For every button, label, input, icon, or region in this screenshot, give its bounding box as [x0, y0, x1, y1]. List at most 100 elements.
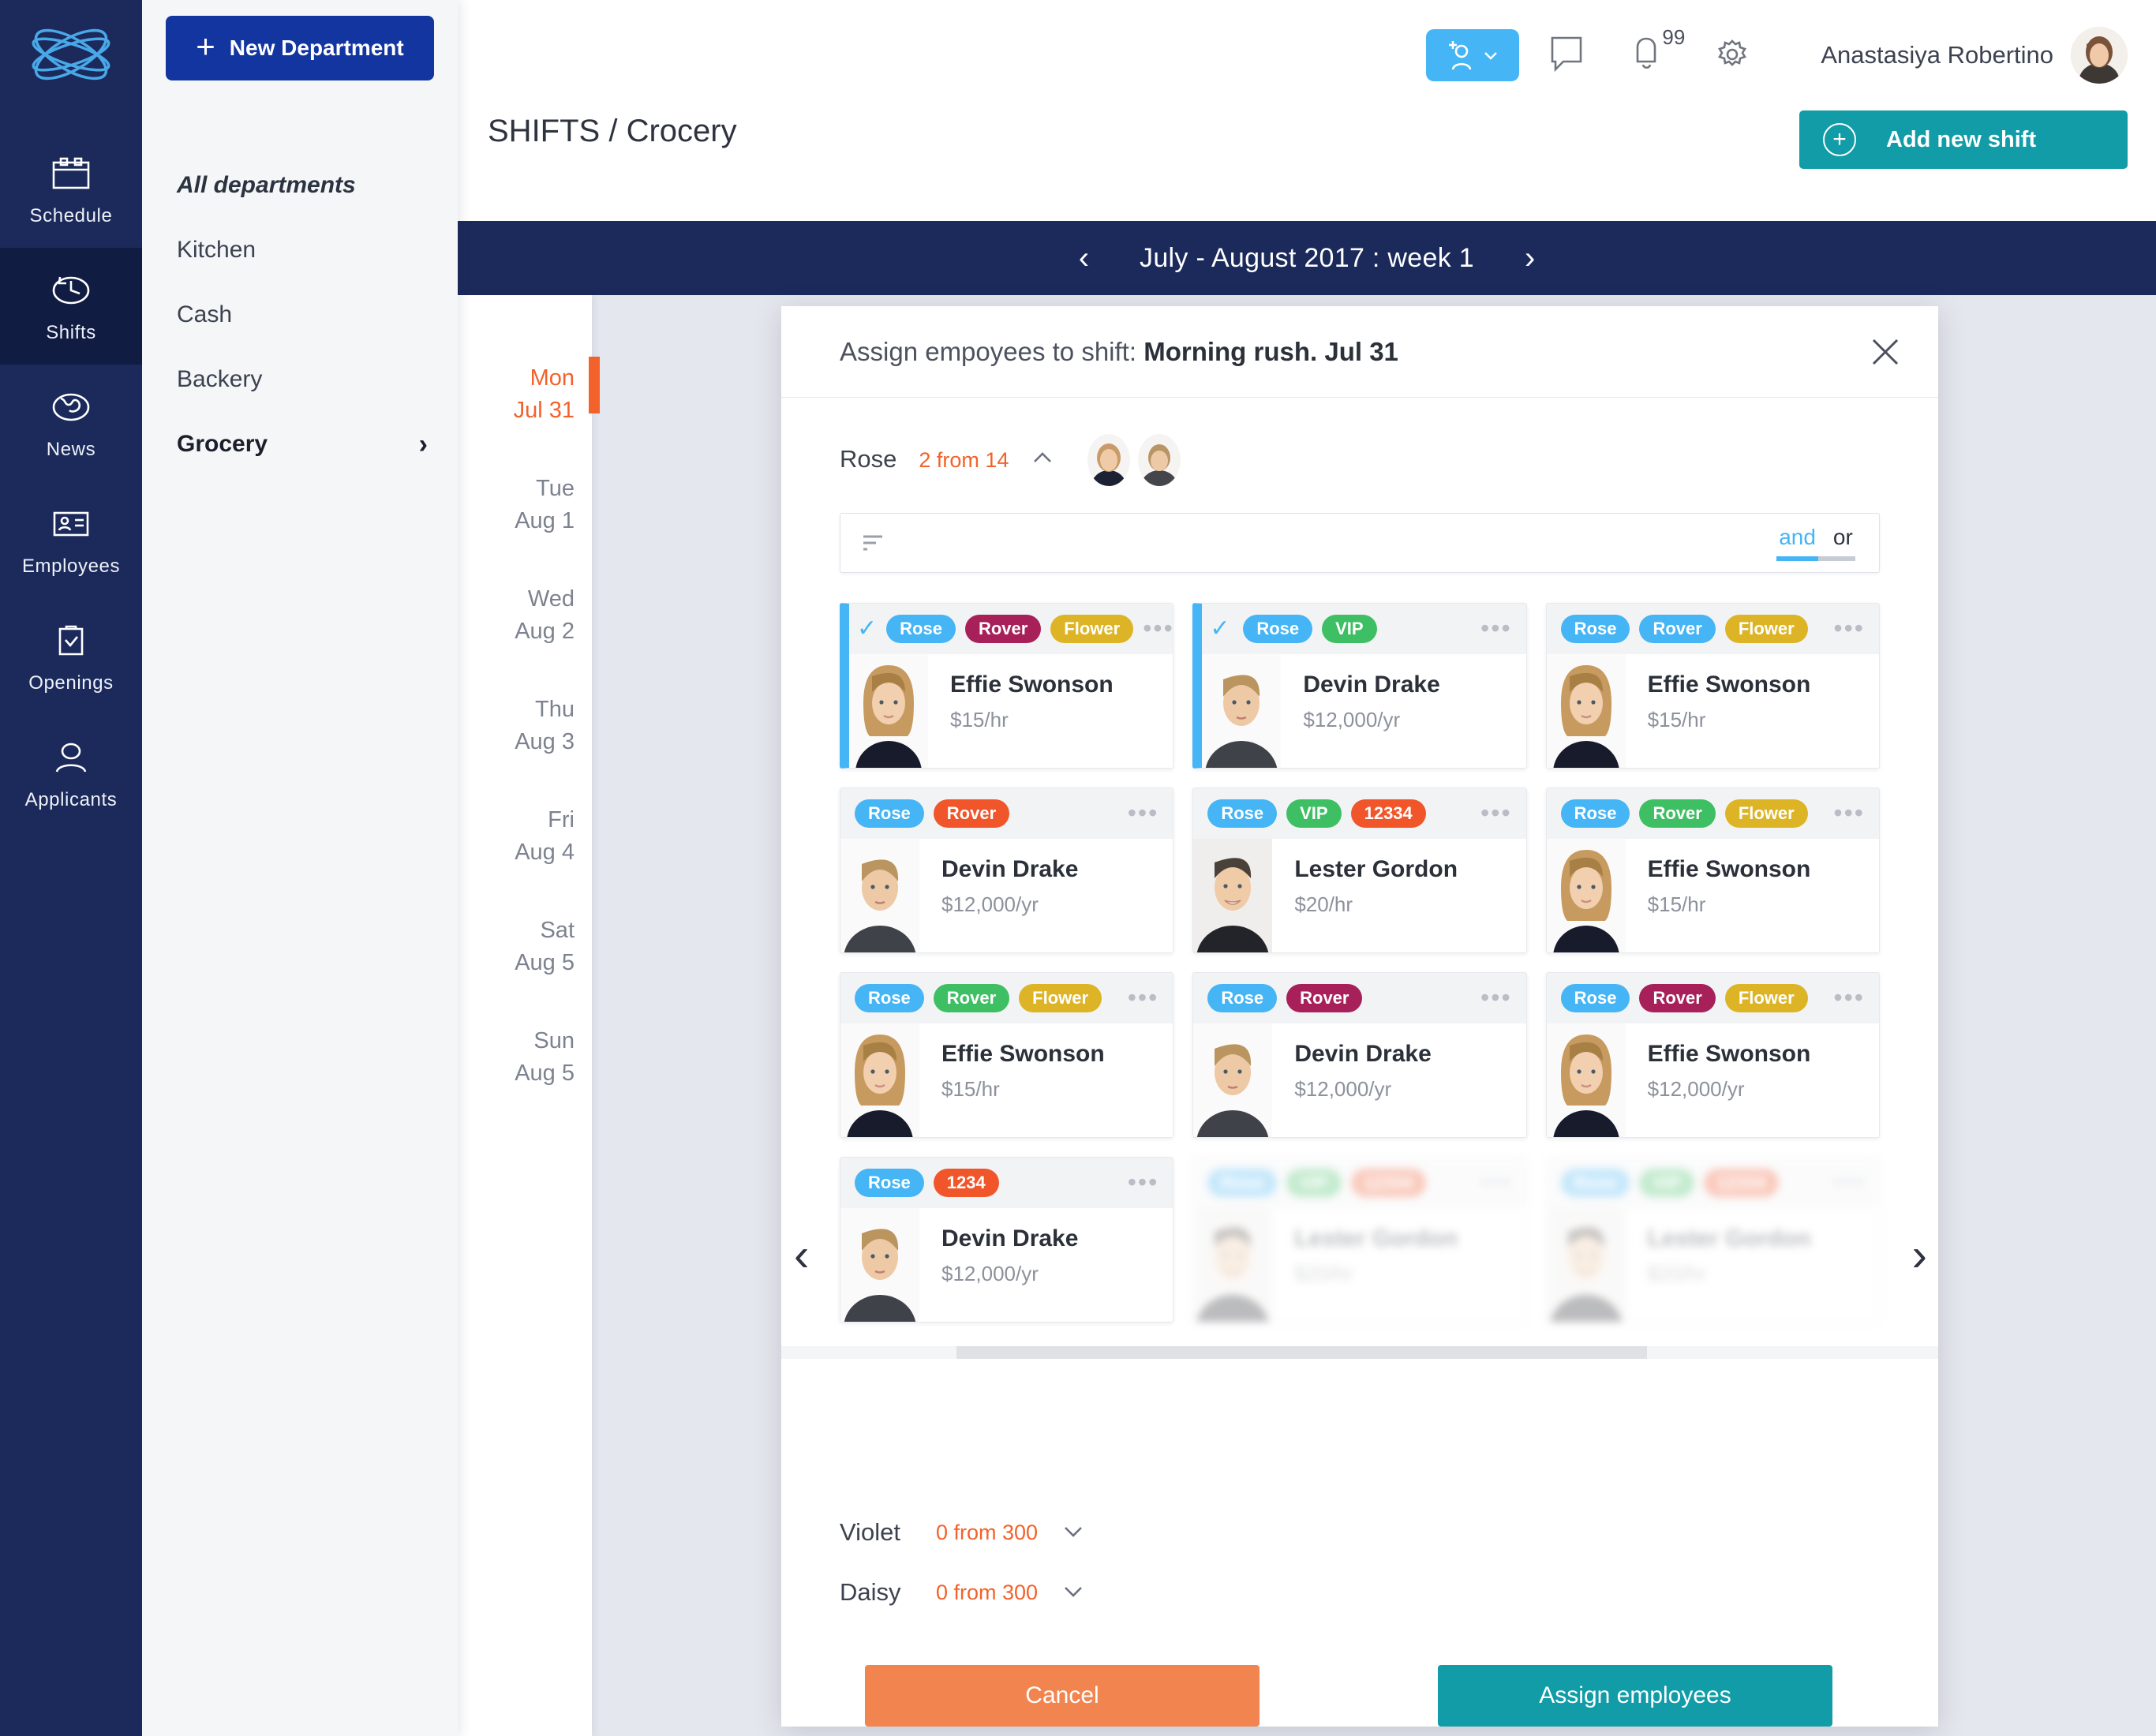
- employee-tag[interactable]: Flower: [1019, 984, 1102, 1012]
- more-dots-icon[interactable]: •••: [1833, 800, 1865, 825]
- employee-tag[interactable]: Rover: [933, 799, 1010, 828]
- employee-tag[interactable]: Rose: [1243, 615, 1313, 643]
- employee-card[interactable]: Rose Rover ••• Devin Drake $12,000/yr: [840, 788, 1174, 953]
- department-item-grocery[interactable]: Grocery ›: [142, 412, 458, 477]
- close-icon[interactable]: [1864, 331, 1907, 373]
- assign-employees-button[interactable]: Assign employees: [1438, 1665, 1832, 1727]
- employee-card[interactable]: Rose VIP 12334 ••• Lester Gordon $20/hr: [1192, 1157, 1527, 1323]
- more-dots-icon[interactable]: •••: [1480, 1169, 1512, 1195]
- employee-card[interactable]: ✓ Rose VIP ••• Devin Drake $12,000/yr: [1192, 603, 1527, 769]
- prev-week-button[interactable]: ‹: [1079, 242, 1089, 274]
- and-or-thumb[interactable]: [1776, 556, 1818, 561]
- department-item-kitchen[interactable]: Kitchen: [142, 218, 458, 282]
- more-dots-icon[interactable]: •••: [1128, 800, 1159, 825]
- group-count[interactable]: 0 from 300: [936, 1521, 1038, 1545]
- employee-card[interactable]: Rose Rover Flower ••• Effie Swonson $12,000/y…: [1545, 972, 1880, 1138]
- employee-tag[interactable]: Rose: [1560, 1169, 1630, 1197]
- day-row-thu[interactable]: Thu Aug 3: [458, 671, 592, 781]
- more-dots-icon[interactable]: •••: [1128, 1169, 1159, 1195]
- day-row-sun[interactable]: Sun Aug 5: [458, 1002, 592, 1113]
- employee-tag[interactable]: Rover: [964, 615, 1042, 643]
- next-week-button[interactable]: ›: [1525, 242, 1535, 274]
- more-dots-icon[interactable]: •••: [1480, 615, 1512, 641]
- sidebar-item-applicants[interactable]: Applicants: [0, 715, 142, 832]
- avatar[interactable]: Devin Drake: [1138, 434, 1181, 486]
- employee-tag[interactable]: Rover: [1639, 984, 1716, 1012]
- chevron-down-icon[interactable]: [1061, 1521, 1085, 1545]
- employee-tag[interactable]: Rose: [1560, 615, 1630, 643]
- more-dots-icon[interactable]: •••: [1480, 985, 1512, 1010]
- cancel-button[interactable]: Cancel: [865, 1665, 1260, 1727]
- sidebar-item-schedule[interactable]: Schedule: [0, 131, 142, 248]
- employee-tag[interactable]: Rose: [855, 799, 924, 828]
- and-or-toggle[interactable]: and or: [1776, 525, 1855, 561]
- day-row-tue[interactable]: Tue Aug 1: [458, 450, 592, 560]
- employee-tag[interactable]: Rose: [855, 984, 924, 1012]
- employee-tag[interactable]: Rover: [1639, 615, 1716, 643]
- carousel-next-button[interactable]: ›: [1912, 1233, 1927, 1278]
- scrollbar-thumb[interactable]: [956, 1346, 1647, 1359]
- employee-card[interactable]: Rose 1234 ••• Devin Drake $12,000/yr: [840, 1157, 1174, 1323]
- avatar[interactable]: [2071, 27, 2128, 84]
- employee-tag[interactable]: Rose: [1560, 799, 1630, 828]
- filter-bar[interactable]: and or: [840, 513, 1880, 573]
- employee-tag[interactable]: Rose: [886, 615, 956, 643]
- sidebar-item-employees[interactable]: Employees: [0, 481, 142, 598]
- day-row-sat[interactable]: Sat Aug 5: [458, 892, 592, 1002]
- employee-tag[interactable]: Rose: [855, 1169, 924, 1197]
- more-dots-icon[interactable]: •••: [1480, 800, 1512, 825]
- employee-card[interactable]: Rose Rover ••• Devin Drake $12,000/yr: [1192, 972, 1527, 1138]
- employee-tag[interactable]: Rover: [933, 984, 1010, 1012]
- more-dots-icon[interactable]: •••: [1833, 985, 1865, 1010]
- employee-tag[interactable]: VIP: [1286, 799, 1342, 828]
- more-dots-icon[interactable]: •••: [1833, 1169, 1865, 1195]
- employee-tag[interactable]: Rover: [1639, 799, 1716, 828]
- employee-tag[interactable]: VIP: [1322, 615, 1377, 643]
- employee-tag[interactable]: 1234: [933, 1169, 999, 1197]
- employee-tag[interactable]: Rose: [1207, 984, 1278, 1012]
- chevron-down-icon[interactable]: [1061, 1581, 1085, 1605]
- department-item-cash[interactable]: Cash: [142, 282, 458, 347]
- employee-tag[interactable]: Flower: [1724, 984, 1808, 1012]
- employee-tag[interactable]: Rose: [1207, 799, 1278, 828]
- employee-card[interactable]: Rose Rover Flower ••• Effie Swonson $15/hr: [1545, 788, 1880, 953]
- chevron-up-icon[interactable]: [1031, 434, 1054, 471]
- sidebar-item-news[interactable]: News: [0, 365, 142, 481]
- employee-card[interactable]: Rose VIP 12334 ••• Lester Gordon $20/hr: [1192, 788, 1527, 953]
- employee-tag[interactable]: VIP: [1639, 1169, 1694, 1197]
- cards-horizontal-scrollbar[interactable]: [781, 1346, 1938, 1359]
- bell-icon[interactable]: 99: [1630, 25, 1685, 77]
- day-row-fri[interactable]: Fri Aug 4: [458, 781, 592, 892]
- filter-icon[interactable]: [861, 533, 888, 553]
- employee-card[interactable]: Rose Rover Flower ••• Effie Swonson $15/hr: [1545, 603, 1880, 769]
- group-count[interactable]: 0 from 300: [936, 1581, 1038, 1605]
- employee-card[interactable]: ✓ Rose Rover Flower ••• Effie Swonson $15/hr: [840, 603, 1174, 769]
- employee-tag[interactable]: Flower: [1050, 615, 1134, 643]
- employee-tag[interactable]: Rose: [1207, 1169, 1278, 1197]
- day-row-wed[interactable]: Wed Aug 2: [458, 560, 592, 671]
- department-item-backery[interactable]: Backery: [142, 347, 458, 412]
- sidebar-item-openings[interactable]: Openings: [0, 598, 142, 715]
- employee-tag[interactable]: VIP: [1286, 1169, 1342, 1197]
- filter-or-option[interactable]: or: [1833, 525, 1853, 550]
- employee-tag[interactable]: 12334: [1703, 1169, 1780, 1197]
- employee-tag[interactable]: Rose: [1560, 984, 1630, 1012]
- carousel-prev-button[interactable]: ‹: [794, 1233, 809, 1278]
- add-new-shift-button[interactable]: + Add new shift: [1799, 110, 2128, 169]
- and-or-track[interactable]: [1776, 556, 1855, 561]
- employee-tag[interactable]: Rover: [1286, 984, 1363, 1012]
- sidebar-item-shifts[interactable]: Shifts: [0, 248, 142, 365]
- day-row-mon[interactable]: Mon Jul 31: [458, 339, 600, 450]
- add-user-button[interactable]: [1426, 29, 1520, 81]
- filter-and-option[interactable]: and: [1779, 525, 1816, 550]
- employee-tag[interactable]: 12334: [1350, 1169, 1426, 1197]
- more-dots-icon[interactable]: •••: [1833, 615, 1865, 641]
- department-item-all[interactable]: All departments: [142, 153, 458, 218]
- employee-tag[interactable]: Flower: [1724, 799, 1808, 828]
- avatar[interactable]: [1087, 434, 1131, 486]
- more-dots-icon[interactable]: •••: [1128, 985, 1159, 1010]
- new-department-button[interactable]: + New Department: [166, 16, 434, 80]
- group-count[interactable]: 2 from 14: [919, 434, 1009, 473]
- employee-card[interactable]: Rose VIP 12334 ••• Lester Gordon $20/hr: [1545, 1157, 1880, 1323]
- gear-icon[interactable]: [1712, 33, 1756, 77]
